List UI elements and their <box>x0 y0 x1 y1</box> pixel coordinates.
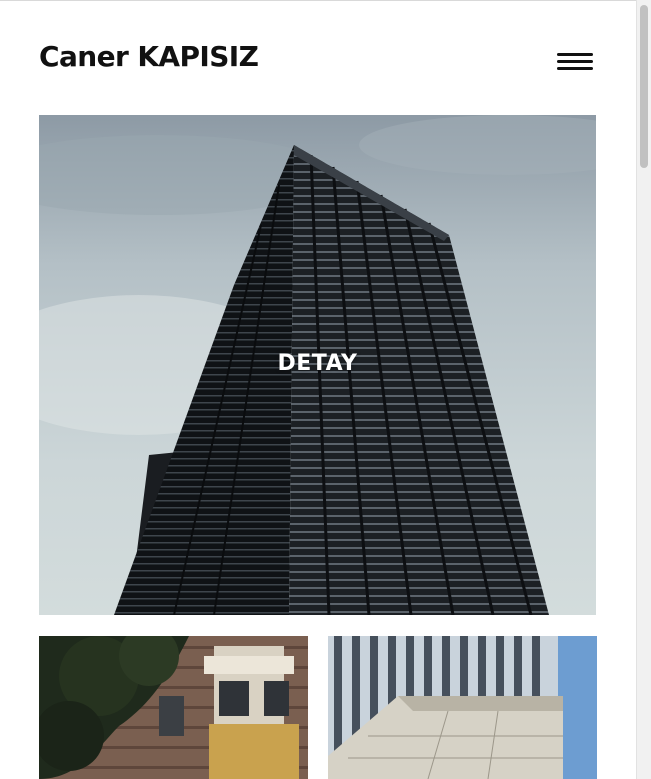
gallery-item[interactable] <box>328 636 597 779</box>
hamburger-menu-icon[interactable] <box>557 53 593 72</box>
brick-apartment-balconies-photo <box>39 636 308 779</box>
menu-bar <box>557 67 593 70</box>
top-border <box>0 0 636 1</box>
site-title[interactable]: Caner KAPISIZ <box>39 40 259 73</box>
page: Caner KAPISIZ DETAY <box>0 0 636 779</box>
menu-bar <box>557 60 593 63</box>
detail-overlay-label[interactable]: DETAY <box>39 351 596 376</box>
gallery-item[interactable] <box>39 636 308 779</box>
hero-image-card[interactable]: DETAY <box>39 115 596 615</box>
menu-bar <box>557 53 593 56</box>
scrollbar-thumb[interactable] <box>640 5 648 168</box>
glass-office-building-photo <box>328 636 597 779</box>
